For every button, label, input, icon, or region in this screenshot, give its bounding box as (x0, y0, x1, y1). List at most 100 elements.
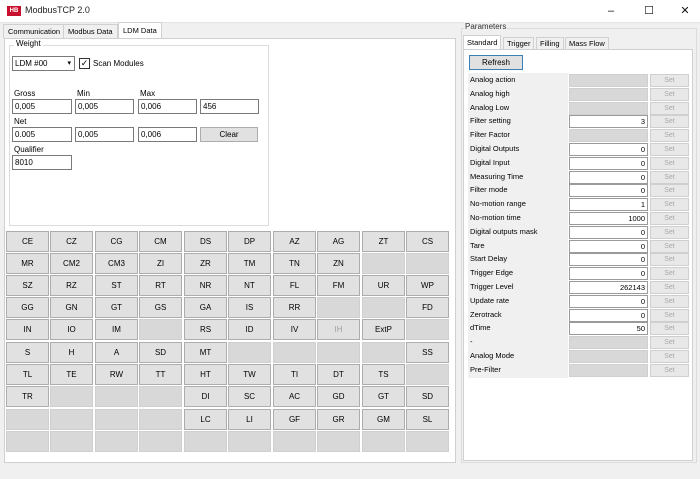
tab-trigger[interactable]: Trigger (503, 37, 535, 49)
gross-max-field[interactable]: 0,006 (138, 99, 197, 114)
param-value-field[interactable]: 0 (569, 225, 648, 239)
command-button-cm3[interactable]: CM3 (95, 253, 138, 274)
command-button-ts[interactable]: TS (362, 364, 405, 385)
param-value-field[interactable]: 0 (569, 308, 648, 322)
tab-communication[interactable]: Communication (3, 24, 66, 38)
param-set-button[interactable]: Set (650, 212, 689, 225)
command-button-gn[interactable]: GN (50, 297, 93, 318)
command-button-gt[interactable]: GT (362, 386, 405, 407)
tab-ldm-data[interactable]: LDM Data (118, 22, 162, 39)
param-set-button[interactable]: Set (650, 170, 689, 184)
command-button-fl[interactable]: FL (273, 275, 316, 296)
param-set-button[interactable]: Set (650, 156, 689, 170)
param-set-button[interactable]: Set (650, 239, 689, 253)
command-button-nr[interactable]: NR (184, 275, 227, 296)
command-button-tm[interactable]: TM (228, 253, 271, 274)
param-value-field[interactable]: 50 (569, 322, 648, 336)
param-set-button[interactable]: Set (650, 87, 689, 101)
minimize-icon[interactable]: – (596, 0, 626, 23)
param-value-field[interactable]: 0 (569, 253, 648, 267)
command-button-gr[interactable]: GR (317, 409, 360, 430)
param-set-button[interactable]: Set (650, 184, 689, 198)
command-button-di[interactable]: DI (184, 386, 227, 407)
command-button-zr[interactable]: ZR (184, 253, 227, 274)
command-button-gg[interactable]: GG (6, 297, 49, 318)
command-button-gt[interactable]: GT (95, 297, 138, 318)
gross-field[interactable]: 0,005 (12, 99, 72, 114)
device-select[interactable]: LDM #00 ▾ (12, 56, 75, 71)
tab-standard[interactable]: Standard (463, 35, 502, 50)
command-button-gs[interactable]: GS (139, 297, 182, 318)
qualifier-field[interactable]: 8010 (12, 155, 72, 170)
param-value-field[interactable]: 0 (569, 170, 648, 184)
command-button-rw[interactable]: RW (95, 364, 138, 385)
command-button-fm[interactable]: FM (317, 275, 360, 296)
command-button-rs[interactable]: RS (184, 319, 227, 340)
command-button-ih[interactable]: IH (317, 319, 360, 340)
command-button-s[interactable]: S (6, 342, 49, 363)
command-button-mt[interactable]: MT (184, 342, 227, 363)
command-button-ss[interactable]: SS (406, 342, 449, 363)
tab-mass-flow[interactable]: Mass Flow (565, 37, 609, 49)
tab-filling[interactable]: Filling (536, 37, 564, 49)
tab-modbus-data[interactable]: Modbus Data (63, 24, 118, 38)
param-value-field[interactable]: 0 (569, 267, 648, 281)
param-value-field[interactable]: 1 (569, 198, 648, 212)
param-set-button[interactable]: Set (650, 363, 689, 377)
command-button-extp[interactable]: ExtP (362, 319, 405, 340)
command-button-ur[interactable]: UR (362, 275, 405, 296)
command-button-az[interactable]: AZ (273, 231, 316, 252)
command-button-sc[interactable]: SC (228, 386, 271, 407)
command-button-nt[interactable]: NT (228, 275, 271, 296)
param-set-button[interactable]: Set (650, 198, 689, 212)
command-button-st[interactable]: ST (95, 275, 138, 296)
command-button-ti[interactable]: TI (273, 364, 316, 385)
command-button-cm[interactable]: CM (139, 231, 182, 252)
command-button-gm[interactable]: GM (362, 409, 405, 430)
param-value-field[interactable]: 262143 (569, 281, 648, 294)
command-button-wp[interactable]: WP (406, 275, 449, 296)
param-value-field[interactable]: 0 (569, 184, 648, 198)
command-button-rr[interactable]: RR (273, 297, 316, 318)
command-button-dt[interactable]: DT (317, 364, 360, 385)
command-button-in[interactable]: IN (6, 319, 49, 340)
command-button-id[interactable]: ID (228, 319, 271, 340)
param-value-field[interactable]: 3 (569, 115, 648, 129)
param-value-field[interactable]: 0 (569, 239, 648, 253)
param-value-field[interactable]: 1000 (569, 212, 648, 225)
command-button-h[interactable]: H (50, 342, 93, 363)
maximize-icon[interactable]: ☐ (634, 0, 664, 23)
command-button-sd[interactable]: SD (406, 386, 449, 407)
param-set-button[interactable]: Set (650, 336, 689, 350)
command-button-tt[interactable]: TT (139, 364, 182, 385)
param-set-button[interactable]: Set (650, 281, 689, 294)
net-min-field[interactable]: 0,005 (75, 127, 134, 142)
command-button-ce[interactable]: CE (6, 231, 49, 252)
param-set-button[interactable]: Set (650, 322, 689, 336)
command-button-rt[interactable]: RT (139, 275, 182, 296)
clear-button[interactable]: Clear (200, 127, 258, 142)
gross-extra-field[interactable]: 456 (200, 99, 259, 114)
param-set-button[interactable]: Set (650, 101, 689, 115)
command-button-cz[interactable]: CZ (50, 231, 93, 252)
param-set-button[interactable]: Set (650, 74, 689, 87)
net-max-field[interactable]: 0,006 (138, 127, 197, 142)
command-button-rz[interactable]: RZ (50, 275, 93, 296)
param-value-field[interactable]: 0 (569, 156, 648, 170)
command-button-sd[interactable]: SD (139, 342, 182, 363)
command-button-gf[interactable]: GF (273, 409, 316, 430)
command-button-ht[interactable]: HT (184, 364, 227, 385)
command-button-li[interactable]: LI (228, 409, 271, 430)
net-field[interactable]: 0.005 (12, 127, 72, 142)
command-button-mr[interactable]: MR (6, 253, 49, 274)
scan-modules-checkbox[interactable]: ✓ (79, 58, 90, 69)
param-set-button[interactable]: Set (650, 115, 689, 129)
command-button-tl[interactable]: TL (6, 364, 49, 385)
command-button-lc[interactable]: LC (184, 409, 227, 430)
command-button-zn[interactable]: ZN (317, 253, 360, 274)
command-button-sl[interactable]: SL (406, 409, 449, 430)
param-set-button[interactable]: Set (650, 143, 689, 156)
command-button-tr[interactable]: TR (6, 386, 49, 407)
command-button-cm2[interactable]: CM2 (50, 253, 93, 274)
command-button-is[interactable]: IS (228, 297, 271, 318)
